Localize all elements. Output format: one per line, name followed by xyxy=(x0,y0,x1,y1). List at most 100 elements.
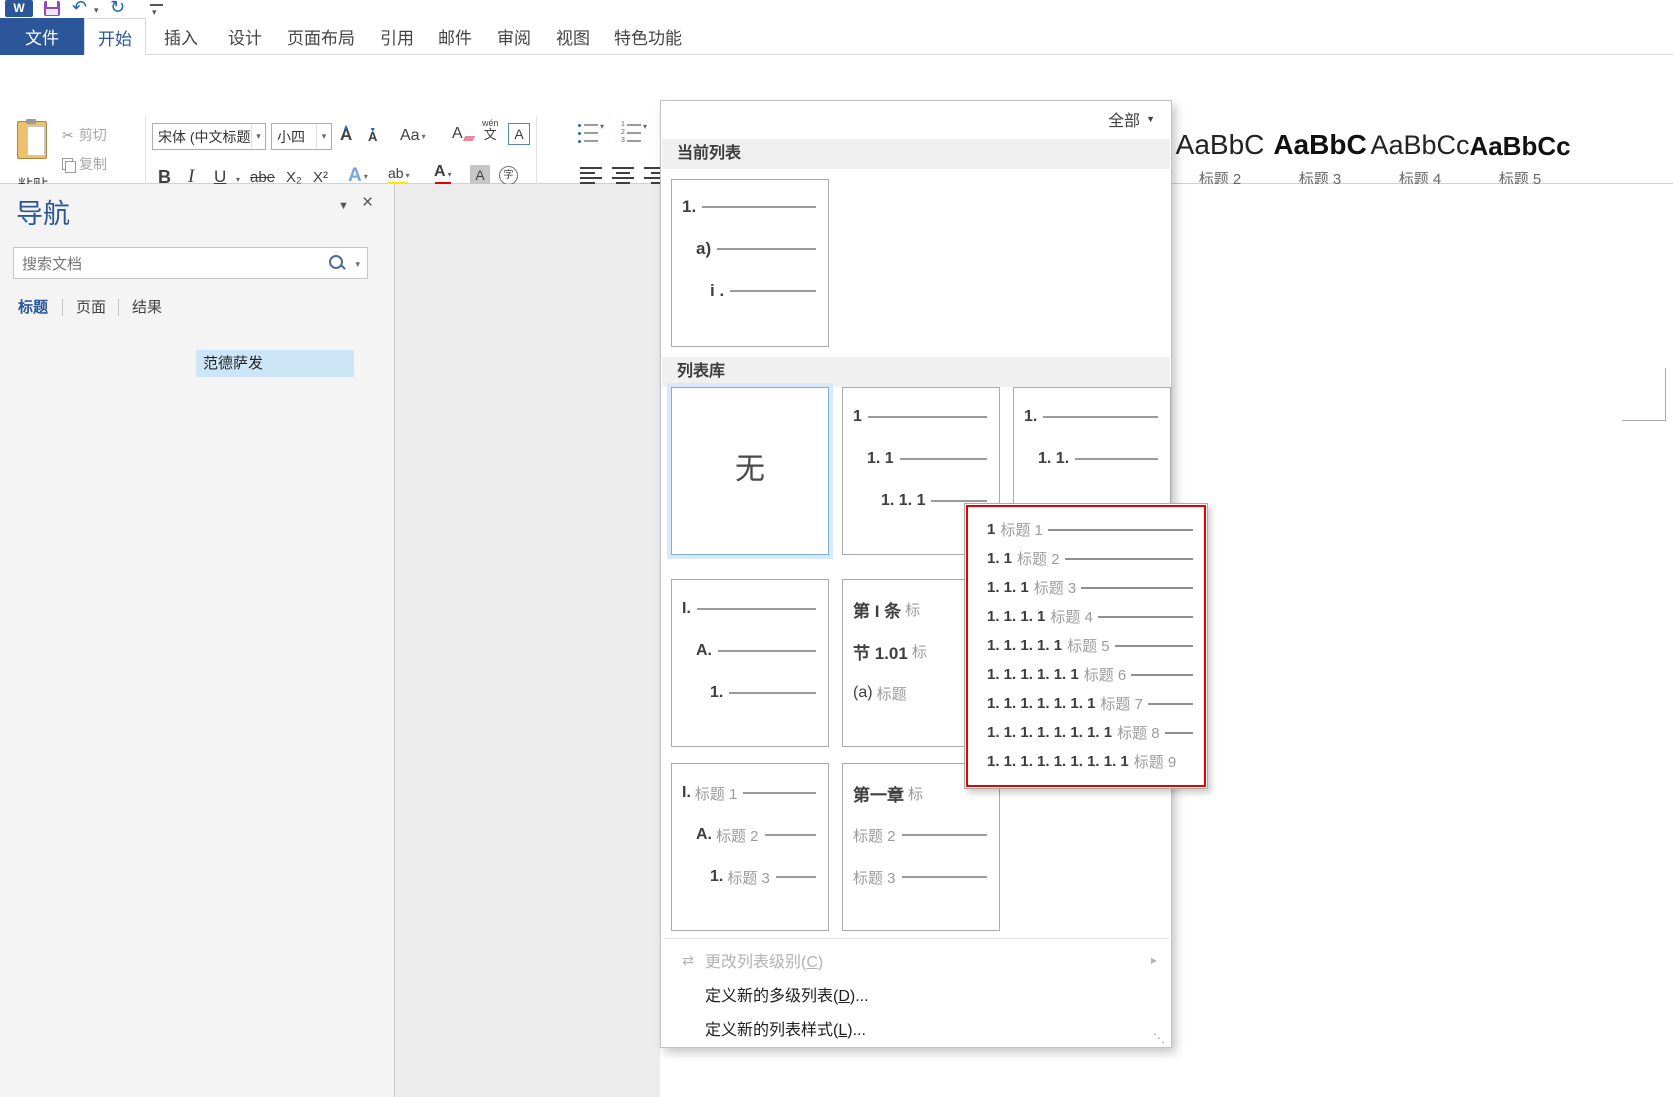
undo-dropdown-arrow-icon[interactable]: ▾ xyxy=(94,5,99,16)
nav-tab-pages[interactable]: 页面 xyxy=(76,296,106,317)
filter-dropdown-arrow-icon: ▼ xyxy=(1146,114,1155,124)
tab-file[interactable]: 文件 xyxy=(0,18,84,55)
font-name-dropdown-arrow-icon: ▾ xyxy=(251,124,266,149)
tab-design[interactable]: 设计 xyxy=(220,18,270,54)
underline-dropdown-arrow-icon[interactable]: ▾ xyxy=(236,175,240,184)
flyout-line: 1. 1. 1. 1. 1. 1. 1. 1标题 8 xyxy=(965,718,1207,747)
tab-home[interactable]: 开始 xyxy=(84,18,146,55)
change-case-button[interactable]: Aa ▾ xyxy=(400,127,426,145)
undo-button[interactable]: ↶ xyxy=(72,0,87,18)
current-list-thumbnail[interactable]: 1. a) i . xyxy=(671,179,829,347)
list-preview-line: i . xyxy=(672,278,828,304)
style-heading-5[interactable]: AaBbCc 标题 5 xyxy=(1472,113,1568,191)
menu-define-multilevel-list[interactable]: 定义新的多级列表(D)... xyxy=(661,979,1171,1009)
copy-icon xyxy=(62,158,74,171)
list-style-roman[interactable]: I. A. 1. xyxy=(671,579,829,747)
list-style-roman-headings[interactable]: I.标题 1 A.标题 2 1.标题 3 xyxy=(671,763,829,931)
numbering-button[interactable]: 1 2 3 ▾ xyxy=(621,118,661,153)
bullets-dropdown-arrow-icon: ▾ xyxy=(600,122,604,131)
font-size-combobox[interactable]: 小四 ▾ xyxy=(271,123,332,150)
tab-view[interactable]: 视图 xyxy=(550,18,596,54)
flyout-line: 1. 1. 1. 1. 1. 1标题 6 xyxy=(965,660,1207,689)
font-color-button[interactable]: A ▾ xyxy=(434,163,452,186)
shrink-font-button[interactable]: A ▼ xyxy=(368,129,377,144)
bullets-icon xyxy=(578,122,598,144)
search-icon[interactable] xyxy=(329,255,343,269)
phonetic-guide-button[interactable]: wén 文 xyxy=(482,119,499,141)
nav-heading-item[interactable]: 范德萨发 xyxy=(196,350,354,377)
bullets-button[interactable]: ▾ xyxy=(578,118,616,153)
list-preview-line: I.标题 1 xyxy=(672,780,828,806)
list-style-none[interactable]: 无 xyxy=(671,387,829,555)
style-heading-3[interactable]: AaBbC 标题 3 xyxy=(1272,113,1368,191)
navigation-close-icon[interactable]: × xyxy=(362,192,373,214)
list-preview-line: 1. xyxy=(672,194,828,220)
copy-button[interactable]: 复制 xyxy=(62,152,107,176)
clipboard-icon xyxy=(17,121,47,159)
navigation-pane: 导航 ▼ × ▾ 标题 页面 结果 范德萨发 xyxy=(0,184,395,1097)
font-color-dropdown-arrow-icon: ▾ xyxy=(448,170,452,179)
navigation-title: 导航 xyxy=(16,192,70,231)
menu-define-list-style[interactable]: 定义新的列表样式(L)... xyxy=(661,1013,1171,1043)
search-box: ▾ xyxy=(13,247,368,279)
character-border-button[interactable]: A xyxy=(508,123,530,145)
eraser-icon xyxy=(463,136,475,141)
flyout-line: 1. 1. 1. 1. 1. 1. 1标题 7 xyxy=(965,689,1207,718)
clear-formatting-button[interactable]: A xyxy=(452,125,474,143)
word-window: W ↶ ▾ ↻ ▾ 文件 开始 插入 设计 页面布局 引用 邮件 审阅 视图 特… xyxy=(0,0,1673,1097)
ribbon-tab-bar: 文件 开始 插入 设计 页面布局 引用 邮件 审阅 视图 特色功能 xyxy=(0,18,1673,55)
enclose-characters-button[interactable]: 字 xyxy=(499,166,518,185)
highlight-dropdown-arrow-icon: ▾ xyxy=(406,171,410,180)
flyout-line: 1. 1. 1. 1标题 4 xyxy=(965,602,1207,631)
scissors-icon: ✂ xyxy=(62,127,74,144)
character-shading-button[interactable]: A xyxy=(470,165,490,185)
multilevel-list-dropdown: 全部 ▼ 当前列表 1. a) i . 列表库 无 1 1. 1 1. 1. 1 xyxy=(660,100,1172,1048)
save-button[interactable] xyxy=(44,1,60,16)
word-logo-icon: W xyxy=(5,0,33,17)
style-heading-4[interactable]: AaBbCc 标题 4 xyxy=(1372,113,1468,191)
align-left-button[interactable] xyxy=(580,167,602,185)
font-size-dropdown-arrow-icon: ▾ xyxy=(316,124,331,149)
quick-access-toolbar: W ↶ ▾ ↻ ▾ xyxy=(0,0,1673,18)
customize-quick-access-button[interactable]: ▾ xyxy=(150,4,163,6)
submenu-arrow-icon: ▸ xyxy=(1151,953,1157,967)
dropdown-resize-handle[interactable]: ⋱ xyxy=(1153,1031,1165,1045)
style-heading-2[interactable]: AaBbC 标题 2 xyxy=(1172,113,1268,191)
flyout-line: 1. 1. 1标题 3 xyxy=(965,573,1207,602)
list-library-header: 列表库 xyxy=(662,357,1170,387)
tab-references[interactable]: 引用 xyxy=(374,18,420,54)
tab-insert[interactable]: 插入 xyxy=(156,18,206,54)
flyout-line: 1标题 1 xyxy=(965,515,1207,544)
search-dropdown-arrow-icon[interactable]: ▾ xyxy=(355,259,360,270)
tab-mailings[interactable]: 邮件 xyxy=(432,18,478,54)
list-preview-line: 1. xyxy=(672,680,828,706)
tab-special-features[interactable]: 特色功能 xyxy=(608,18,688,54)
flyout-line: 1. 1标题 2 xyxy=(965,544,1207,573)
list-preview-line: A. xyxy=(672,638,828,664)
grow-font-button[interactable]: A ▲ xyxy=(340,125,352,145)
list-preview-line: 1. 1. xyxy=(1014,446,1170,472)
cut-button[interactable]: ✂ 剪切 xyxy=(62,123,107,147)
nav-tab-results[interactable]: 结果 xyxy=(132,296,162,317)
search-input[interactable] xyxy=(14,248,324,280)
tab-page-layout[interactable]: 页面布局 xyxy=(282,18,360,54)
highlight-color-button[interactable]: ab ▾ xyxy=(388,165,410,186)
list-preview-line: 1.标题 3 xyxy=(672,864,828,890)
nav-tab-headings[interactable]: 标题 xyxy=(18,296,48,317)
list-preview-line: a) xyxy=(672,236,828,262)
list-preview-line: 1. xyxy=(1014,404,1170,430)
navigation-tabs: 标题 页面 结果 xyxy=(0,296,394,322)
text-effects-dropdown-arrow-icon: ▾ xyxy=(364,172,368,181)
redo-button[interactable]: ↻ xyxy=(110,0,125,18)
font-name-combobox[interactable]: 宋体 (中文标题 ▾ xyxy=(152,123,266,150)
list-preview-line: A.标题 2 xyxy=(672,822,828,848)
tab-review[interactable]: 审阅 xyxy=(490,18,538,54)
list-preview-line: 1 xyxy=(843,404,999,430)
flyout-line: 1. 1. 1. 1. 1. 1. 1. 1. 1标题 9 xyxy=(965,747,1207,776)
change-case-dropdown-arrow-icon: ▾ xyxy=(422,132,426,141)
align-center-button[interactable] xyxy=(612,167,634,185)
list-preview-line: 1. 1 xyxy=(843,446,999,472)
navigation-collapse-arrow-icon[interactable]: ▼ xyxy=(338,200,349,212)
list-filter-dropdown[interactable]: 全部 ▼ xyxy=(1108,107,1155,131)
list-preview-line: I. xyxy=(672,596,828,622)
